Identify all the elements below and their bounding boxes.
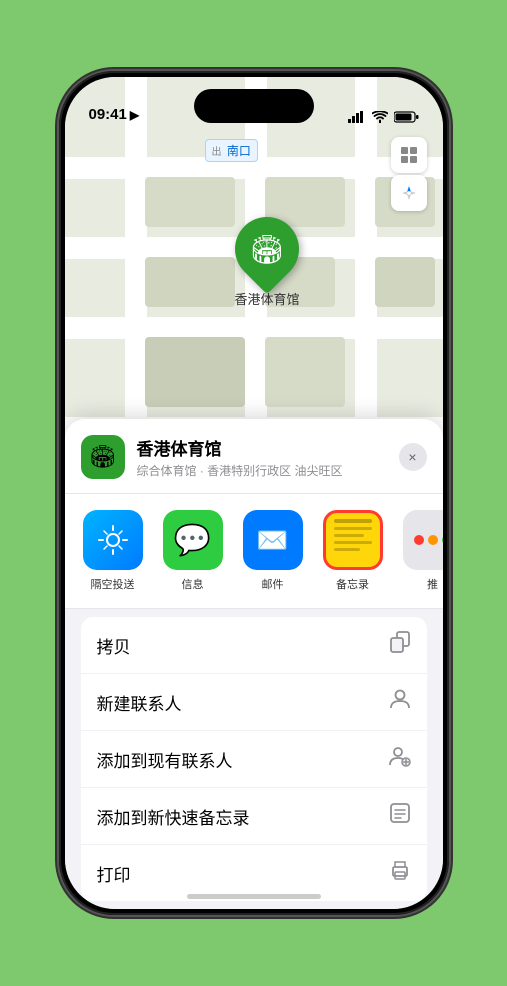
map-exit-label: 出 南口	[205, 139, 258, 162]
airdrop-label: 隔空投送	[91, 576, 135, 592]
location-header: 🏟 香港体育馆 综合体育馆 · 香港特别行政区 油尖旺区 ×	[65, 419, 443, 494]
map-layers-icon	[399, 145, 419, 165]
person-symbol	[389, 688, 411, 710]
signal-icon	[348, 111, 366, 123]
mail-icon: ✉️	[243, 510, 303, 570]
share-notes[interactable]: 备忘录	[321, 510, 385, 592]
print-symbol	[389, 859, 411, 881]
map-label-text: 南口	[227, 144, 251, 158]
location-pin: 🏟 香港体育馆	[235, 217, 300, 308]
notes-label: 备忘录	[336, 576, 369, 592]
venue-icon: 🏟	[81, 435, 125, 479]
memo-symbol	[389, 802, 411, 824]
more-label: 推	[427, 576, 438, 592]
action-print[interactable]: 打印	[81, 845, 427, 901]
share-more[interactable]: 推	[401, 510, 443, 592]
more-dot-red	[414, 535, 424, 545]
close-button[interactable]: ×	[399, 443, 427, 471]
more-dot-green	[442, 535, 443, 545]
copy-icon	[389, 631, 411, 659]
home-indicator	[187, 894, 321, 899]
airdrop-symbol	[98, 525, 128, 555]
location-description: 综合体育馆 · 香港特别行政区 油尖旺区	[137, 462, 387, 479]
quick-memo-label: 添加到新快速备忘录	[97, 804, 250, 829]
new-contact-label: 新建联系人	[97, 690, 182, 715]
phone-frame: 09:41 ▶	[59, 71, 449, 915]
action-copy[interactable]: 拷贝	[81, 617, 427, 674]
location-name: 香港体育馆	[137, 435, 387, 460]
share-airdrop[interactable]: 隔空投送	[81, 510, 145, 592]
compass-icon	[400, 184, 418, 202]
print-label: 打印	[97, 861, 131, 886]
status-icons	[348, 111, 419, 123]
action-list: 拷贝 新建联系人	[81, 617, 427, 901]
action-new-contact[interactable]: 新建联系人	[81, 674, 427, 731]
person-icon	[389, 688, 411, 716]
action-quick-memo[interactable]: 添加到新快速备忘录	[81, 788, 427, 845]
location-button[interactable]	[391, 175, 427, 211]
stadium-icon: 🏟	[249, 233, 285, 266]
share-mail[interactable]: ✉️ 邮件	[241, 510, 305, 592]
copy-label: 拷贝	[97, 633, 131, 658]
map-view-toggle[interactable]	[391, 137, 427, 173]
mail-label: 邮件	[262, 576, 284, 592]
copy-symbol	[389, 631, 411, 653]
more-dot-orange	[428, 535, 438, 545]
print-icon	[389, 859, 411, 887]
add-existing-label: 添加到现有联系人	[97, 747, 233, 772]
share-messages[interactable]: 💬 信息	[161, 510, 225, 592]
messages-label: 信息	[182, 576, 204, 592]
memo-icon	[389, 802, 411, 830]
airdrop-icon	[83, 510, 143, 570]
bottom-sheet: 🏟 香港体育馆 综合体育馆 · 香港特别行政区 油尖旺区 ×	[65, 419, 443, 909]
battery-icon	[394, 111, 419, 123]
time-display: 09:41	[89, 106, 127, 123]
share-row: 隔空投送 💬 信息 ✉️ 邮件	[65, 494, 443, 609]
more-icon	[403, 510, 443, 570]
close-icon: ×	[408, 449, 416, 465]
notes-icon	[323, 510, 383, 570]
person-add-icon	[389, 745, 411, 773]
messages-icon: 💬	[163, 510, 223, 570]
status-time: 09:41 ▶	[89, 106, 140, 123]
location-arrow-icon: ▶	[130, 108, 139, 122]
dynamic-island	[194, 89, 314, 123]
wifi-icon	[372, 111, 388, 123]
pin-bubble: 🏟	[222, 204, 313, 295]
person-add-symbol	[389, 745, 411, 767]
location-info: 香港体育馆 综合体育馆 · 香港特别行政区 油尖旺区	[137, 435, 387, 479]
map-controls	[391, 137, 427, 211]
phone-screen: 09:41 ▶	[65, 77, 443, 909]
action-add-existing[interactable]: 添加到现有联系人	[81, 731, 427, 788]
